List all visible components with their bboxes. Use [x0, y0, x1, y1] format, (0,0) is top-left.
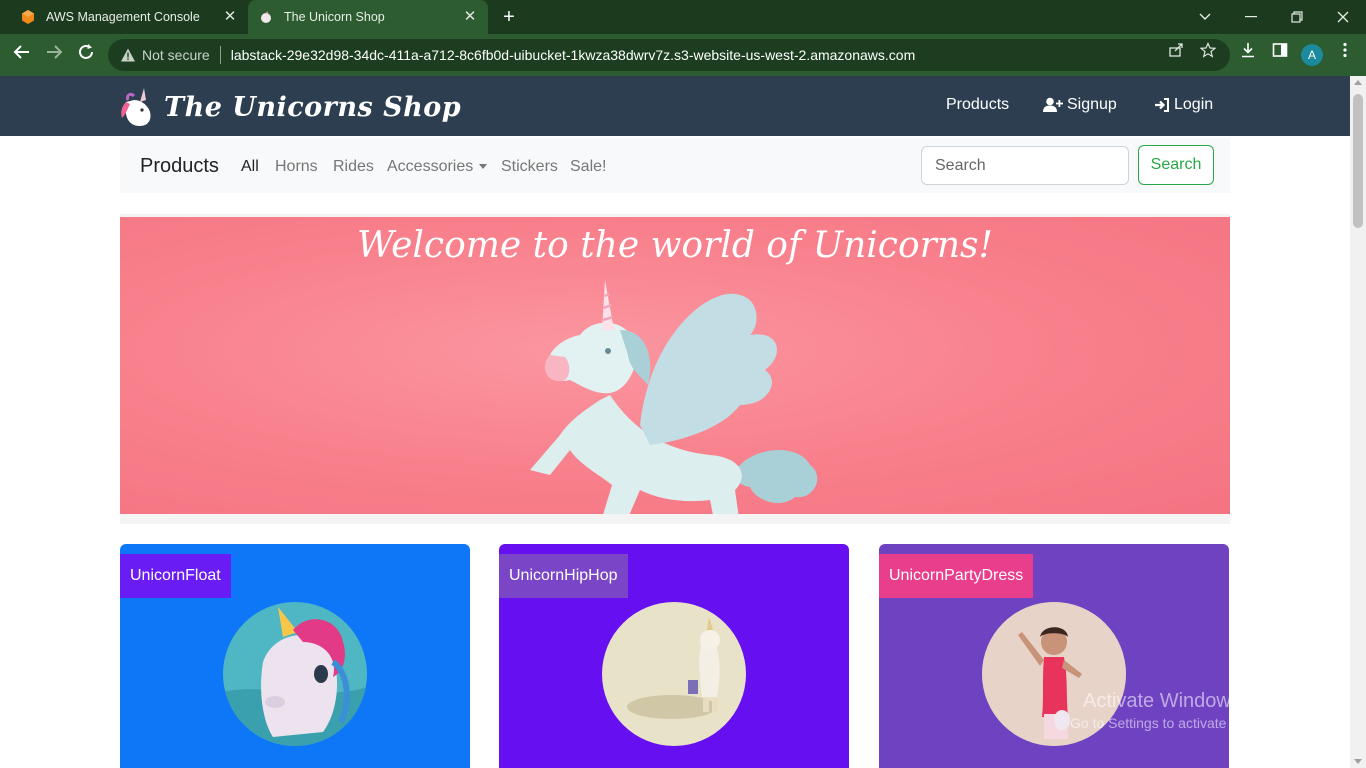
warning-icon[interactable] [120, 47, 136, 63]
hero-title: Welcome to the world of Unicorns! [357, 225, 993, 266]
category-rides[interactable]: Rides [333, 158, 374, 176]
category-accessories-label: Accessories [387, 158, 474, 175]
user-plus-icon [1043, 97, 1063, 112]
activate-windows-subtitle: Go to Settings to activate Windows. [1070, 715, 1291, 731]
nav-signup-link[interactable]: Signup [1043, 96, 1117, 114]
pegasus-unicorn-illustration [530, 280, 818, 514]
tab-search-chevron-icon[interactable] [1182, 0, 1228, 34]
page-viewport: The Unicorns Shop Products Signup Login … [0, 76, 1350, 768]
category-horns[interactable]: Horns [275, 158, 318, 176]
tab-title: The Unicorn Shop [284, 10, 385, 24]
browser-toolbar: Not secure labstack-29e32d98-34dc-411a-a… [0, 34, 1366, 76]
product-card[interactable]: UnicornPartyDress [879, 544, 1229, 768]
close-tab-icon[interactable]: ✕ [462, 9, 478, 25]
share-icon[interactable] [1167, 42, 1185, 60]
product-card[interactable]: UnicornFloat [120, 544, 470, 768]
search-input[interactable] [921, 146, 1129, 185]
reload-icon[interactable] [74, 43, 98, 67]
url-text[interactable]: labstack-29e32d98-34dc-411a-a712-8c6fb0d… [231, 47, 916, 63]
tab-unicorn-shop[interactable]: The Unicorn Shop ✕ [248, 0, 488, 34]
scroll-up-icon[interactable] [1354, 80, 1362, 85]
subnav-brand[interactable]: Products [140, 155, 219, 178]
side-panel-icon[interactable] [1271, 42, 1289, 60]
browser-tab-strip: AWS Management Console ✕ The Unicorn Sho… [0, 0, 1366, 34]
close-tab-icon[interactable]: ✕ [222, 9, 238, 25]
unicorn-logo-icon [121, 88, 151, 126]
forward-icon[interactable] [42, 43, 66, 67]
security-label[interactable]: Not secure [142, 47, 210, 63]
minimize-icon[interactable] [1228, 0, 1274, 34]
nav-signup-label: Signup [1067, 96, 1117, 113]
product-name-badge: UnicornPartyDress [879, 554, 1034, 598]
product-name-badge: UnicornFloat [120, 554, 231, 598]
site-navbar: The Unicorns Shop Products Signup Login [0, 76, 1350, 136]
product-photo[interactable] [602, 602, 746, 746]
nav-login-label: Login [1174, 96, 1214, 113]
close-window-icon[interactable] [1320, 0, 1366, 34]
product-name-badge: UnicornHipHop [499, 554, 628, 598]
sign-in-icon [1155, 98, 1169, 112]
aws-cube-icon [22, 10, 34, 24]
kebab-menu-icon[interactable] [1336, 42, 1354, 60]
hero-banner: Welcome to the world of Unicorns! [120, 217, 1230, 514]
site-logo[interactable]: The Unicorns Shop [120, 86, 461, 128]
products-subnav: Products All Horns Rides Accessories Sti… [120, 138, 1230, 193]
page-scrollbar[interactable] [1350, 76, 1366, 768]
profile-avatar[interactable]: A [1301, 44, 1323, 66]
nav-login-link[interactable]: Login [1154, 96, 1213, 114]
category-stickers[interactable]: Stickers [501, 158, 558, 176]
caret-down-icon [479, 164, 488, 170]
restore-icon[interactable] [1274, 0, 1320, 34]
scroll-down-icon[interactable] [1354, 759, 1362, 764]
logo-text: The Unicorns Shop [164, 91, 462, 123]
search-button[interactable]: Search [1138, 145, 1214, 185]
address-bar[interactable]: Not secure labstack-29e32d98-34dc-411a-a… [108, 39, 1230, 71]
nav-products-link[interactable]: Products [946, 96, 1009, 114]
download-icon[interactable] [1239, 42, 1257, 60]
tab-aws-console[interactable]: AWS Management Console ✕ [12, 0, 248, 34]
product-card[interactable]: UnicornHipHop [499, 544, 849, 768]
divider [219, 46, 221, 64]
new-tab-button[interactable]: + [498, 6, 520, 28]
hero-carousel: Welcome to the world of Unicorns! [120, 214, 1230, 524]
scrollbar-thumb[interactable] [1353, 94, 1363, 228]
star-icon[interactable] [1199, 42, 1217, 60]
nav-products-label: Products [946, 96, 1010, 113]
category-sale[interactable]: Sale! [570, 158, 606, 176]
product-photo[interactable] [223, 602, 367, 746]
unicorn-icon [261, 11, 271, 23]
activate-windows-title: Activate Windows [1083, 690, 1241, 712]
back-icon[interactable] [10, 43, 34, 67]
category-accessories[interactable]: Accessories [387, 158, 488, 176]
tab-title: AWS Management Console [46, 10, 200, 24]
category-all[interactable]: All [241, 158, 259, 176]
